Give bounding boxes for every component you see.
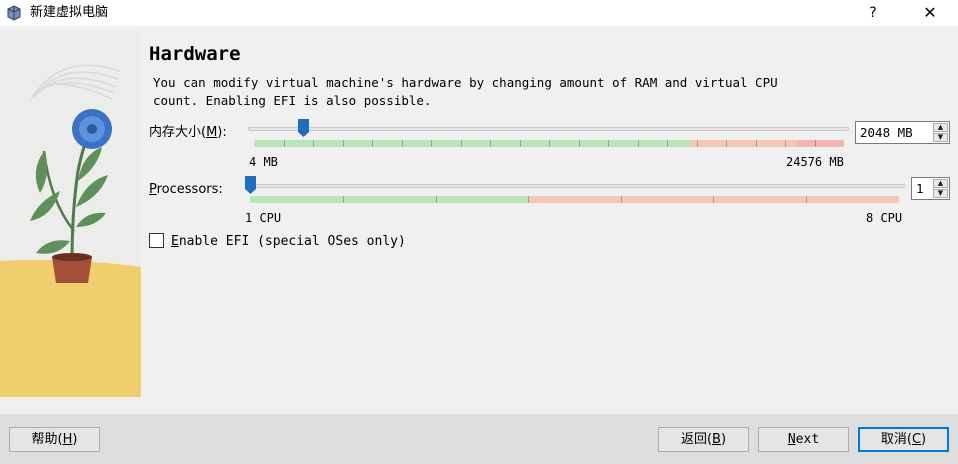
help-button[interactable]: 帮助(H) bbox=[9, 427, 100, 452]
memory-min-label: 4 MB bbox=[249, 155, 278, 169]
memory-max-label: 24576 MB bbox=[786, 155, 844, 169]
processors-spinbox[interactable]: 1 ▲ ▼ bbox=[911, 177, 950, 200]
processors-slider-track[interactable] bbox=[245, 184, 905, 188]
cancel-button[interactable]: 取消(C) bbox=[858, 427, 949, 452]
memory-up-arrow-icon[interactable]: ▲ bbox=[933, 123, 948, 132]
next-button[interactable]: Next bbox=[758, 427, 849, 452]
page-title: Hardware bbox=[149, 43, 241, 65]
plant-illustration bbox=[0, 31, 141, 397]
memory-down-arrow-icon[interactable]: ▼ bbox=[933, 133, 948, 142]
window-title: 新建虚拟电脑 bbox=[30, 5, 109, 20]
processors-value[interactable]: 1 bbox=[916, 181, 924, 197]
memory-label: 内存大小(M): bbox=[149, 125, 227, 140]
virtualbox-icon bbox=[7, 5, 21, 21]
processors-scale bbox=[250, 196, 899, 203]
close-button[interactable]: ✕ bbox=[915, 0, 945, 26]
processors-max-label: 8 CPU bbox=[866, 211, 903, 225]
memory-slider-track[interactable] bbox=[248, 127, 849, 131]
memory-slider-thumb[interactable] bbox=[298, 119, 309, 137]
efi-checkbox[interactable] bbox=[149, 233, 164, 248]
processors-up-arrow-icon[interactable]: ▲ bbox=[933, 179, 948, 188]
memory-scale bbox=[254, 140, 844, 147]
processors-min-label: 1 CPU bbox=[245, 211, 282, 225]
memory-value[interactable]: 2048 MB bbox=[860, 125, 913, 141]
processors-down-arrow-icon[interactable]: ▼ bbox=[933, 189, 948, 198]
back-button[interactable]: 返回(B) bbox=[658, 427, 749, 452]
title-help-button[interactable]: ? bbox=[858, 0, 888, 26]
processors-label: Processors: bbox=[149, 182, 223, 197]
efi-checkbox-label[interactable]: Enable EFI (special OSes only) bbox=[171, 234, 406, 250]
page-description: You can modify virtual machine's hardwar… bbox=[153, 75, 778, 108]
processors-slider-thumb[interactable] bbox=[245, 176, 256, 194]
memory-spinbox[interactable]: 2048 MB ▲ ▼ bbox=[855, 121, 950, 144]
title-bar: 新建虚拟电脑 ? ✕ bbox=[0, 0, 958, 26]
